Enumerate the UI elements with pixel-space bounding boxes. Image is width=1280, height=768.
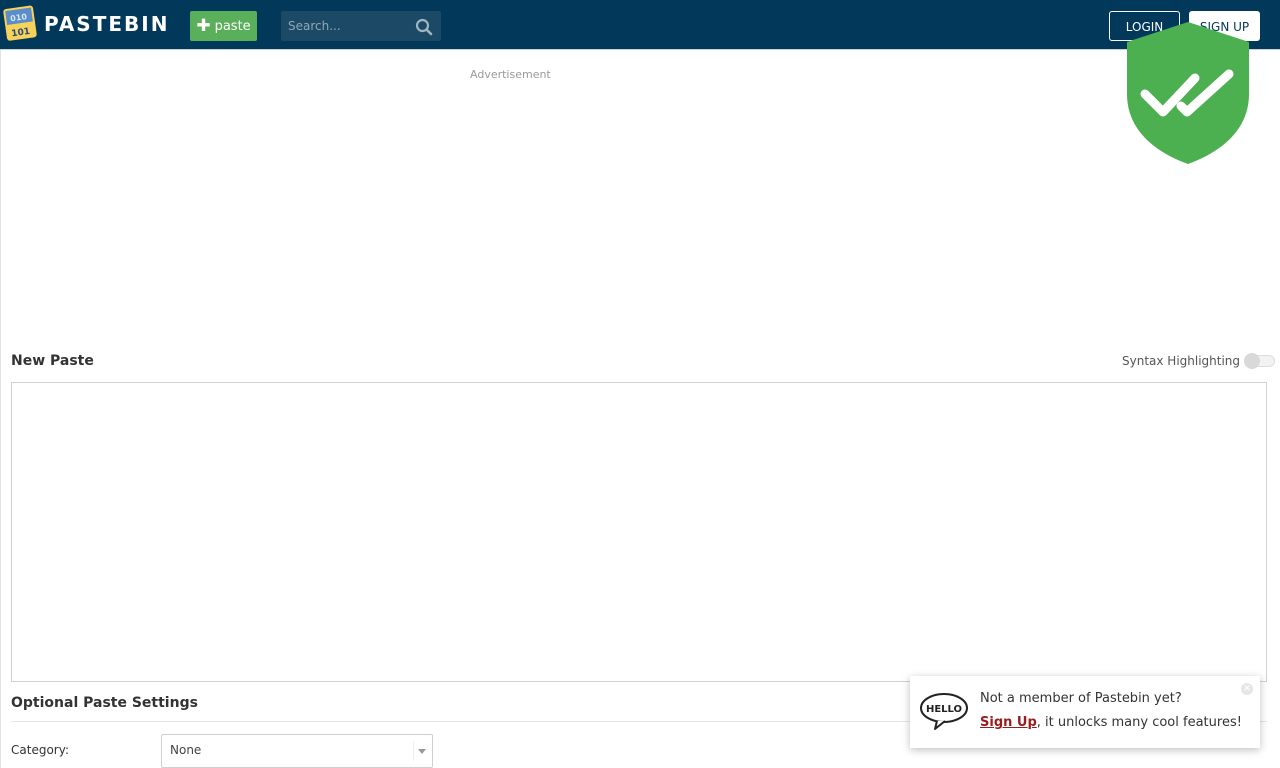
category-select[interactable]: None [161,734,433,768]
hello-speech-bubble-icon: HELLO [920,693,968,730]
search-input[interactable] [281,11,409,41]
search-icon[interactable] [415,18,433,36]
paste-content-editor[interactable] [11,382,1267,682]
paste-button-label: paste [214,18,251,34]
pastebin-logo-icon[interactable]: 101 010 [3,5,39,43]
popup-signup-link[interactable]: Sign Up [980,715,1037,730]
syntax-highlighting-control: Syntax Highlighting [1122,353,1276,369]
plus-icon: ✚ [196,15,211,36]
search-box [281,11,441,41]
signup-popup: HELLO Not a member of Pastebin yet? Sign… [910,676,1260,748]
brand-name[interactable]: PASTEBIN [44,12,169,36]
popup-question: Not a member of Pastebin yet? [980,691,1182,706]
svg-text:HELLO: HELLO [926,704,962,715]
advertisement-label: Advertisement [470,68,551,81]
popup-rest-text: , it unlocks many cool features! [1036,715,1242,730]
category-label: Category: [11,743,69,757]
close-icon[interactable]: ✕ [1241,683,1253,695]
popup-message: Sign Up, it unlocks many cool features! [980,715,1242,730]
new-paste-title: New Paste [11,353,94,369]
category-selected-value: None [170,743,202,757]
new-paste-button[interactable]: ✚ paste [190,11,257,41]
select-divider [413,741,414,761]
toggle-knob [1244,353,1261,369]
chevron-down-icon [418,749,426,754]
verified-shield-check-icon [1127,22,1249,164]
top-header: 101 010 PASTEBIN ✚ paste LOGIN SIGN UP [0,0,1280,50]
syntax-highlighting-label: Syntax Highlighting [1122,354,1241,368]
syntax-highlighting-toggle[interactable] [1244,353,1276,369]
optional-settings-title: Optional Paste Settings [11,695,198,711]
